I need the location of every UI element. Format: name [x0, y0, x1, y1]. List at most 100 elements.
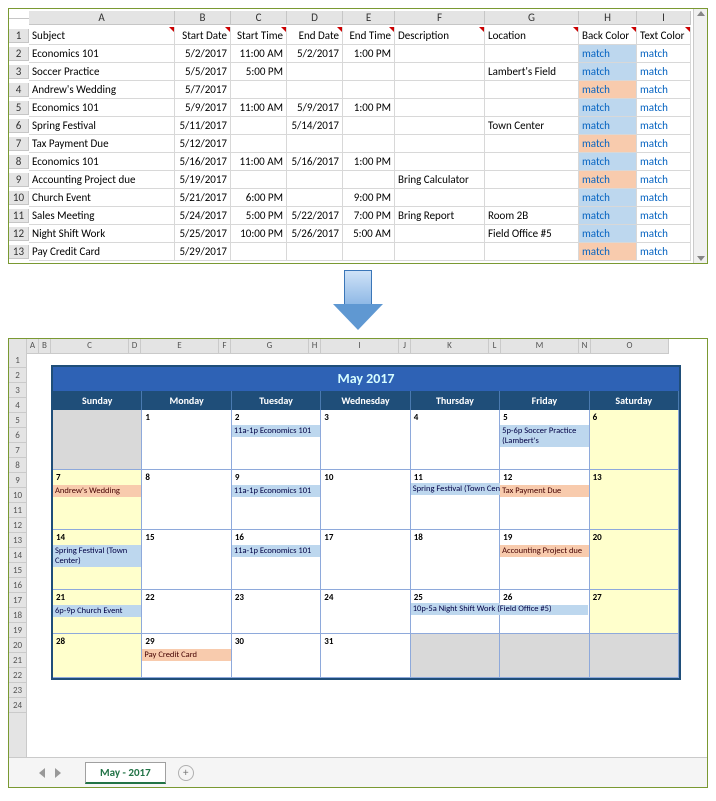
data-cell[interactable]: 5/11/2017: [175, 117, 231, 135]
calendar-day[interactable]: 2510p-5a Night Shift Work (Field Office …: [411, 590, 500, 634]
column-header[interactable]: C: [231, 11, 287, 25]
tab-nav-right-icon[interactable]: [55, 768, 61, 778]
event-chip[interactable]: 5p-6p Soccer Practice (Lambert's: [500, 425, 588, 447]
data-cell[interactable]: 5:00 AM: [343, 225, 395, 243]
data-cell[interactable]: 5:00 PM: [231, 207, 287, 225]
data-cell[interactable]: 5/16/2017: [175, 153, 231, 171]
data-cell[interactable]: [343, 117, 395, 135]
calendar-day[interactable]: 23: [232, 590, 321, 634]
row-header[interactable]: 5: [9, 413, 26, 428]
data-cell[interactable]: [231, 135, 287, 153]
calendar-day[interactable]: 1: [142, 410, 231, 470]
data-cell[interactable]: [485, 45, 579, 63]
data-cell[interactable]: Lambert's Field: [485, 63, 579, 81]
calendar-day[interactable]: 3: [321, 410, 410, 470]
column-header[interactable]: L: [489, 339, 501, 354]
data-cell[interactable]: [485, 153, 579, 171]
row-header[interactable]: 16: [9, 578, 26, 593]
row-header[interactable]: 7: [9, 137, 29, 151]
data-cell[interactable]: Tax Payment Due: [29, 135, 175, 153]
calendar-day[interactable]: 28: [53, 634, 142, 678]
row-header[interactable]: 14: [9, 548, 26, 563]
column-header[interactable]: [9, 339, 27, 354]
data-cell[interactable]: 5/16/2017: [287, 153, 343, 171]
calendar-day[interactable]: 17: [321, 530, 410, 590]
data-cell[interactable]: [287, 171, 343, 189]
data-cell[interactable]: Economics 101: [29, 153, 175, 171]
calendar-day[interactable]: 216p-9p Church Event: [53, 590, 142, 634]
data-cell[interactable]: Church Event: [29, 189, 175, 207]
data-cell[interactable]: [395, 225, 485, 243]
text-color-cell[interactable]: match: [637, 99, 691, 117]
data-cell[interactable]: 5/7/2017: [175, 81, 231, 99]
calendar-day[interactable]: 911a-1p Economics 101: [232, 470, 321, 530]
header-cell[interactable]: Description: [395, 27, 485, 45]
data-cell[interactable]: [343, 243, 395, 261]
text-color-cell[interactable]: match: [637, 207, 691, 225]
column-header[interactable]: B: [39, 339, 51, 354]
data-cell[interactable]: [287, 189, 343, 207]
event-chip[interactable]: Accounting Project due: [500, 545, 588, 557]
row-header[interactable]: 20: [9, 638, 26, 653]
data-cell[interactable]: [343, 81, 395, 99]
data-cell[interactable]: 5/14/2017: [287, 117, 343, 135]
data-cell[interactable]: 5:00 PM: [231, 63, 287, 81]
data-cell[interactable]: [485, 99, 579, 117]
column-header[interactable]: F: [395, 11, 485, 25]
data-cell[interactable]: [343, 135, 395, 153]
calendar-day[interactable]: [590, 634, 679, 678]
row-header[interactable]: 11: [9, 503, 26, 518]
data-cell[interactable]: [287, 63, 343, 81]
column-header[interactable]: D: [129, 339, 141, 354]
data-cell[interactable]: Soccer Practice: [29, 63, 175, 81]
event-chip[interactable]: Pay Credit Card: [142, 649, 230, 661]
data-cell[interactable]: 7:00 PM: [343, 207, 395, 225]
row-header[interactable]: 11: [9, 209, 29, 223]
column-header[interactable]: J: [399, 339, 411, 354]
row-header[interactable]: 3: [9, 65, 29, 79]
data-cell[interactable]: 11:00 AM: [231, 153, 287, 171]
data-cell[interactable]: [343, 63, 395, 81]
data-cell[interactable]: [287, 135, 343, 153]
data-cell[interactable]: 1:00 PM: [343, 45, 395, 63]
data-cell[interactable]: [485, 189, 579, 207]
data-cell[interactable]: [231, 81, 287, 99]
column-header[interactable]: I: [637, 11, 691, 25]
calendar-day[interactable]: 20: [590, 530, 679, 590]
row-header[interactable]: 17: [9, 593, 26, 608]
event-chip[interactable]: 11a-1p Economics 101: [232, 485, 320, 497]
back-color-cell[interactable]: match: [579, 135, 637, 153]
row-header[interactable]: 9: [9, 173, 29, 187]
header-cell[interactable]: End Time: [343, 27, 395, 45]
calendar-day[interactable]: 6: [590, 410, 679, 470]
row-header[interactable]: 7: [9, 443, 26, 458]
data-cell[interactable]: 5/2/2017: [175, 45, 231, 63]
back-color-cell[interactable]: match: [579, 117, 637, 135]
column-header[interactable]: G: [485, 11, 579, 25]
column-header[interactable]: H: [309, 339, 321, 354]
data-cell[interactable]: 5/9/2017: [175, 99, 231, 117]
row-header[interactable]: 18: [9, 608, 26, 623]
column-header[interactable]: [9, 18, 29, 19]
data-cell[interactable]: [287, 81, 343, 99]
data-cell[interactable]: 5/26/2017: [287, 225, 343, 243]
row-header[interactable]: 21: [9, 653, 26, 668]
data-cell[interactable]: Sales Meeting: [29, 207, 175, 225]
data-cell[interactable]: [395, 81, 485, 99]
text-color-cell[interactable]: match: [637, 243, 691, 261]
back-color-cell[interactable]: match: [579, 171, 637, 189]
back-color-cell[interactable]: match: [579, 81, 637, 99]
calendar-day[interactable]: 30: [232, 634, 321, 678]
data-cell[interactable]: Spring Festival: [29, 117, 175, 135]
event-chip[interactable]: 11a-1p Economics 101: [232, 425, 320, 437]
calendar-day[interactable]: 29Pay Credit Card: [142, 634, 231, 678]
data-cell[interactable]: 5/12/2017: [175, 135, 231, 153]
column-header[interactable]: F: [219, 339, 231, 354]
calendar-day[interactable]: 14Spring Festival (Town Center): [53, 530, 142, 590]
row-header[interactable]: 13: [9, 533, 26, 548]
column-header[interactable]: B: [175, 11, 231, 25]
row-header[interactable]: 23: [9, 683, 26, 698]
data-cell[interactable]: [395, 63, 485, 81]
row-header[interactable]: 12: [9, 518, 26, 533]
calendar-day[interactable]: 13: [590, 470, 679, 530]
